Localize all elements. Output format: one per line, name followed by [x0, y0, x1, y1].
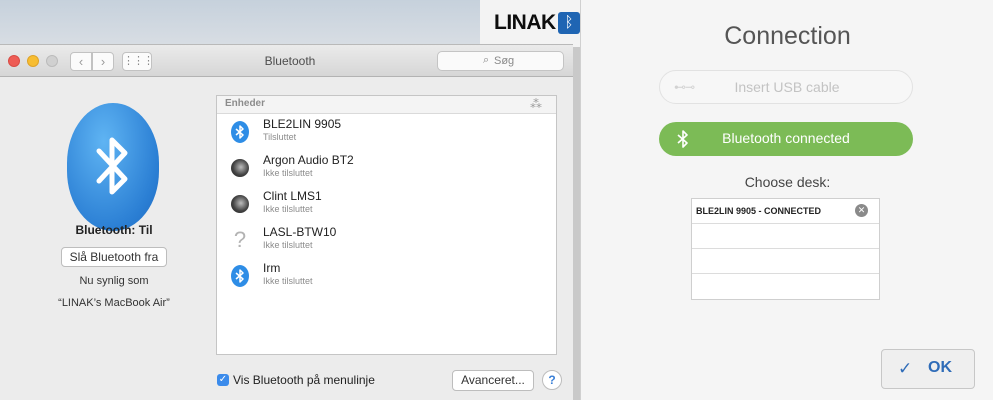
list-item[interactable]: Argon Audio BT2 Ikke tilsluttet [217, 151, 556, 187]
bluetooth-preferences-window: ‹ › ⋮⋮⋮ Bluetooth ⌕ Søg Bluetooth: Til S… [0, 44, 573, 400]
bluetooth-connection-button[interactable]: Bluetooth connected [659, 122, 913, 156]
show-in-menu-checkbox[interactable]: ✓ [217, 374, 229, 386]
window-edge [572, 48, 580, 400]
device-state: Ikke tilsluttet [263, 240, 313, 250]
visible-as-label: Nu synlig som [79, 275, 149, 287]
search-icon: ⌕ [483, 54, 490, 66]
usb-connection-button[interactable]: ⊷⊸ Insert USB cable [659, 70, 913, 104]
table-row[interactable] [692, 274, 879, 299]
show-in-menu-label: Vis Bluetooth på menulinje [233, 373, 375, 387]
chevron-right-icon[interactable]: › [92, 52, 114, 71]
device-state: Ikke tilsluttet [263, 276, 313, 286]
ok-button[interactable]: ✓ OK [881, 349, 975, 389]
page-title: Connection [724, 22, 851, 50]
help-button[interactable]: ? [542, 370, 562, 390]
unknown-device-icon: ? [233, 227, 247, 252]
device-name: Irm [263, 261, 281, 275]
computer-name: “LINAK’s MacBook Air” [58, 297, 170, 309]
bluetooth-icon [67, 103, 159, 231]
table-row[interactable]: BLE2LIN 9905 - CONNECTED ✕ [692, 199, 879, 224]
close-circle-icon[interactable]: ✕ [855, 204, 868, 217]
advanced-button[interactable]: Avanceret... [452, 370, 534, 391]
choose-desk-label: Choose desk: [744, 174, 831, 190]
device-state: Tilsluttet [263, 132, 297, 142]
linak-bluetooth-icon: ᛒ [558, 12, 580, 34]
zoom-window-button[interactable] [46, 55, 58, 67]
table-row[interactable] [692, 249, 879, 274]
device-name: BLE2LIN 9905 [263, 117, 342, 131]
desk-list: BLE2LIN 9905 - CONNECTED ✕ [691, 198, 880, 300]
checkmark-icon: ✓ [898, 359, 913, 378]
close-window-button[interactable] [8, 55, 20, 67]
device-state: Ikke tilsluttet [263, 168, 313, 178]
device-name: LASL-BTW10 [263, 225, 337, 239]
search-placeholder: Søg [494, 55, 515, 67]
bluetooth-icon [231, 121, 249, 143]
devices-header: Enheder ⁂ [217, 96, 556, 114]
devices-list: Enheder ⁂ BLE2LIN 9905 Tilsluttet Argon … [216, 95, 557, 355]
bluetooth-connected-label: Bluetooth connected [722, 130, 850, 146]
window-title: Bluetooth [264, 54, 316, 68]
list-item[interactable]: Irm Ikke tilsluttet [217, 259, 556, 295]
speaker-icon [231, 195, 249, 213]
loading-spinner-icon: ⁂ [530, 97, 542, 111]
bluetooth-status: Bluetooth: Til [75, 223, 153, 237]
bluetooth-toggle-button[interactable]: Slå Bluetooth fra [61, 247, 167, 267]
search-input[interactable]: ⌕ Søg [437, 51, 564, 71]
ok-label: OK [928, 359, 952, 376]
list-item[interactable]: BLE2LIN 9905 Tilsluttet [217, 115, 556, 151]
connection-panel: Connection ⊷⊸ Insert USB cable Bluetooth… [580, 0, 993, 400]
table-row[interactable] [692, 224, 879, 249]
list-item[interactable]: ? LASL-BTW10 Ikke tilsluttet [217, 223, 556, 259]
bluetooth-icon [231, 265, 249, 287]
device-name: Clint LMS1 [263, 189, 322, 203]
device-name: Argon Audio BT2 [263, 153, 354, 167]
speaker-icon [231, 159, 249, 177]
chevron-left-icon[interactable]: ‹ [70, 52, 92, 71]
window-titlebar: ‹ › ⋮⋮⋮ Bluetooth ⌕ Søg [0, 45, 573, 77]
list-item[interactable]: Clint LMS1 Ikke tilsluttet [217, 187, 556, 223]
desk-name: BLE2LIN 9905 - CONNECTED [696, 206, 822, 216]
grid-icon[interactable]: ⋮⋮⋮ [122, 52, 154, 71]
minimize-window-button[interactable] [27, 55, 39, 67]
device-state: Ikke tilsluttet [263, 204, 313, 214]
devices-header-label: Enheder [225, 98, 266, 109]
linak-logo: LINAK [494, 11, 556, 34]
usb-label: Insert USB cable [734, 79, 840, 95]
